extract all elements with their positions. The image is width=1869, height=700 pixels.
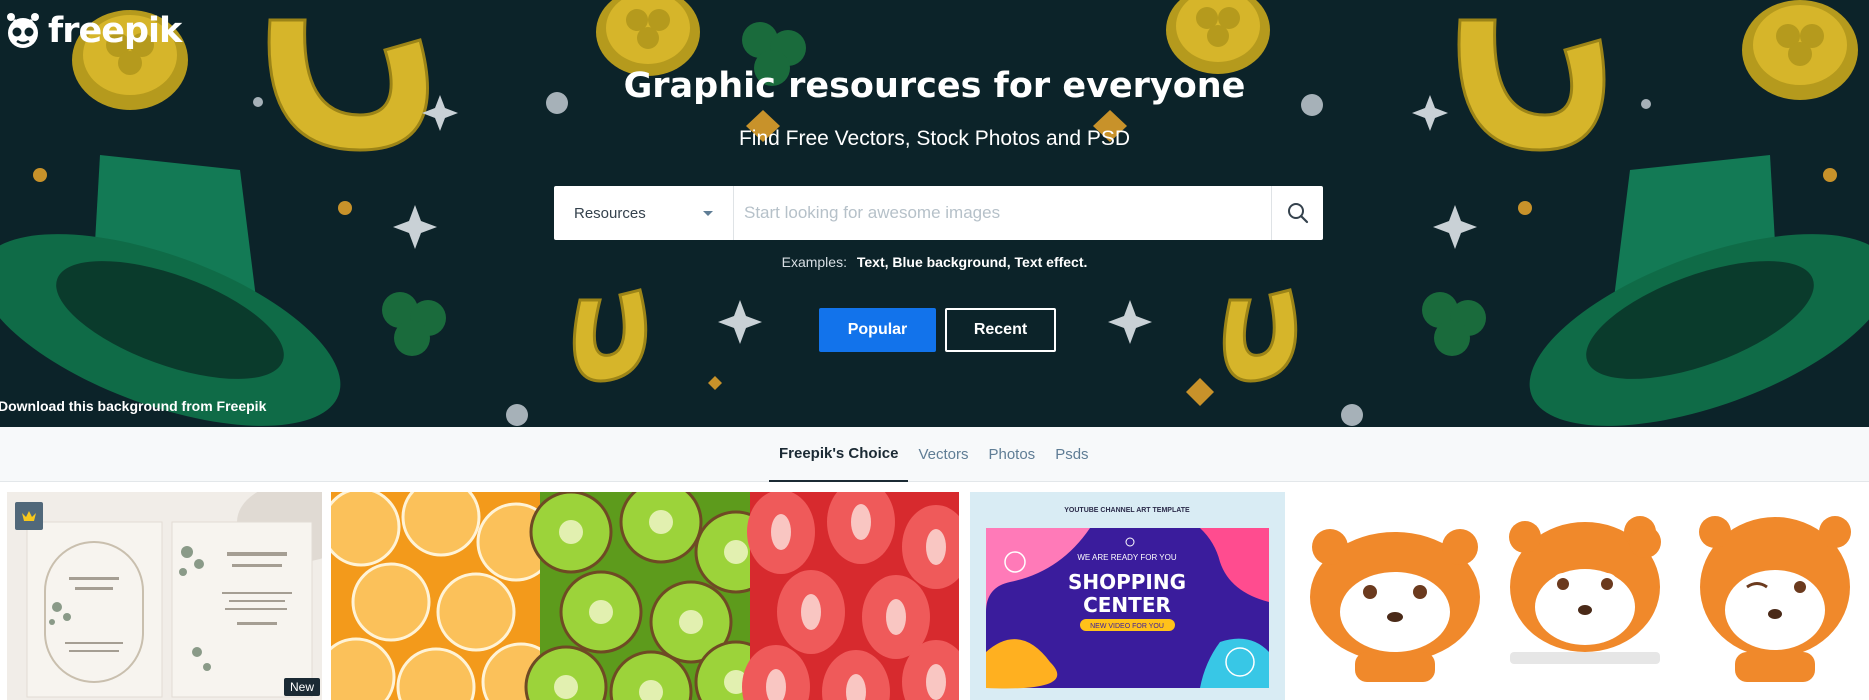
wedding-invitation-thumbnail	[7, 492, 322, 700]
gallery-item-youtube-channel-art[interactable]: YOUTUBE CHANNEL ART TEMPLATE WE ARE READ…	[970, 492, 1285, 700]
example-link-text[interactable]: Text,	[857, 254, 889, 270]
page-title: Graphic resources for everyone	[623, 66, 1246, 106]
recent-button[interactable]: Recent	[945, 308, 1056, 352]
yt-art-headline-2: CENTER	[1083, 593, 1171, 617]
yt-art-kicker: WE ARE READY FOR YOU	[1077, 553, 1177, 562]
examples-label: Examples:	[781, 254, 847, 270]
page-subtitle: Find Free Vectors, Stock Photos and PSD	[738, 127, 1131, 150]
category-tabs: Freepik's Choice Vectors Photos Psds	[769, 427, 1099, 482]
premium-crown-icon	[15, 502, 43, 530]
example-link-text-effect[interactable]: Text effect.	[1015, 254, 1088, 270]
search-icon	[1287, 203, 1308, 224]
background-credit-link[interactable]: Download this background from Freepik	[0, 398, 266, 414]
resource-type-value: Resources	[574, 204, 646, 222]
clover-icon	[382, 292, 446, 356]
tab-photos[interactable]: Photos	[978, 427, 1045, 482]
horseshoe-icon	[1222, 288, 1298, 383]
leprechaun-hat-icon	[0, 155, 341, 426]
resource-type-dropdown[interactable]: Resources	[554, 186, 734, 240]
gallery-item-fruit-slices[interactable]	[331, 492, 959, 700]
gold-coin-icon	[596, 0, 700, 76]
youtube-channel-art-thumbnail: YOUTUBE CHANNEL ART TEMPLATE WE ARE READ…	[970, 492, 1285, 700]
category-tabs-bar: Freepik's Choice Vectors Photos Psds	[0, 427, 1869, 482]
tab-freepiks-choice[interactable]: Freepik's Choice	[769, 427, 909, 482]
new-badge: New	[283, 678, 320, 696]
leprechaun-hat-icon	[1529, 155, 1869, 426]
cartoon-tigers-thumbnail	[1295, 492, 1869, 700]
yt-art-header: YOUTUBE CHANNEL ART TEMPLATE	[1064, 507, 1190, 514]
fruit-slices-thumbnail	[331, 492, 959, 700]
search-examples: Examples: Text, Blue background, Text ef…	[0, 254, 1869, 270]
search-button[interactable]	[1271, 186, 1323, 240]
popular-button[interactable]: Popular	[819, 308, 936, 352]
gallery-item-cartoon-tigers[interactable]	[1295, 492, 1869, 700]
brand-name: freepik	[48, 11, 182, 51]
horseshoe-icon	[572, 288, 648, 383]
search-input[interactable]	[734, 186, 1271, 240]
search-bar: Resources	[554, 186, 1323, 240]
example-link-blue-background[interactable]: Blue background,	[892, 254, 1010, 270]
clover-icon	[1422, 292, 1486, 356]
chevron-down-icon	[703, 210, 713, 216]
yt-art-headline-1: SHOPPING	[1068, 570, 1186, 594]
freepik-logo[interactable]: freepik	[2, 10, 182, 52]
freepik-logo-icon	[7, 13, 39, 48]
yt-art-tagline: NEW VIDEO FOR YOU	[1090, 623, 1164, 630]
tab-psds[interactable]: Psds	[1045, 427, 1098, 482]
hero-section: freepik Graphic resources for everyone F…	[0, 0, 1869, 427]
tab-vectors[interactable]: Vectors	[908, 427, 978, 482]
gold-coin-icon	[1166, 0, 1270, 74]
resource-gallery: New YOUTUBE CHANNEL ART TEMPLATE WE ARE …	[0, 492, 1869, 700]
gallery-item-wedding-invitation[interactable]: New	[7, 492, 322, 700]
